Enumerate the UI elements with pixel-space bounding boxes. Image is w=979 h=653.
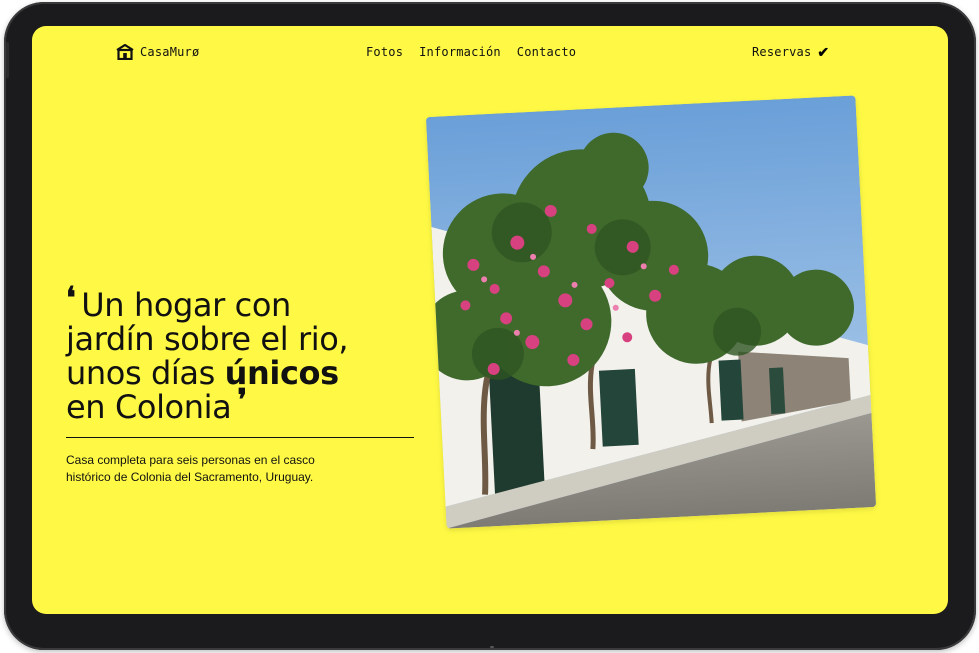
reservations-link[interactable]: Reservas ✔ [752, 45, 829, 59]
close-quote-icon: ❜ [237, 383, 247, 418]
headline-line-2: jardín sobre el rio, [66, 320, 349, 358]
nav-link-fotos[interactable]: Fotos [366, 45, 403, 59]
open-quote-icon: ❛ [66, 281, 76, 316]
reservations-label: Reservas [752, 45, 812, 59]
headline-line-4: en Colonia ❜ [66, 386, 426, 426]
tablet-frame: CasaMurø Fotos Información Contacto Rese… [4, 2, 976, 650]
brand-name: CasaMurø [140, 45, 200, 59]
brand-logo[interactable]: CasaMurø [116, 44, 199, 60]
top-nav: CasaMurø Fotos Información Contacto Rese… [32, 26, 948, 78]
hero-divider [66, 437, 414, 438]
screen: CasaMurø Fotos Información Contacto Rese… [32, 26, 948, 614]
headline-text-1: Un hogar con [81, 286, 291, 324]
home-indicator [490, 646, 494, 648]
headline-line-1: ❛ Un hogar con [66, 284, 426, 324]
check-icon: ✔ [817, 44, 830, 60]
side-button [6, 42, 9, 78]
headline-text-3: unos días [66, 354, 225, 392]
nav-link-informacion[interactable]: Información [419, 45, 501, 59]
description-line-2: histórico de Colonia del Sacramento, Uru… [66, 470, 314, 484]
hero-photo [425, 95, 877, 529]
headline-text-4: en Colonia [66, 388, 232, 426]
description-line-1: Casa completa para seis personas en el c… [66, 453, 315, 467]
hero-description: Casa completa para seis personas en el c… [66, 452, 386, 486]
nav-link-contacto[interactable]: Contacto [517, 45, 576, 59]
hero-headline: ❛ Un hogar con jardín sobre el rio, unos … [66, 284, 426, 426]
nav-links: Fotos Información Contacto [366, 45, 592, 59]
house-icon [116, 44, 134, 60]
